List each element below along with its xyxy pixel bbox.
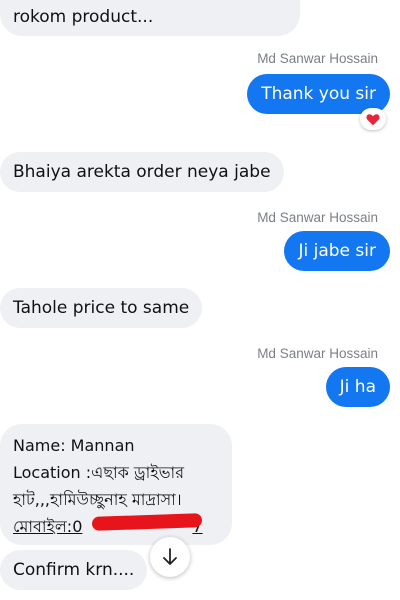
message-line: Name: Mannan [13,436,135,455]
message-text: Ji ha [339,377,376,397]
arrow-down-icon [163,548,177,565]
heart-icon [366,113,380,125]
message-text: rokom product... [13,7,154,27]
message-text: Bhaiya arekta order neya jabe [13,162,271,182]
outgoing-message[interactable]: Ji jabe sir [284,231,390,271]
message-line: হাট,,,হামিউচ্ছুনাহ মাদ্রাসা। [13,490,182,509]
scroll-to-bottom-button[interactable] [150,537,190,577]
chat-thread[interactable]: rokom product... Md Sanwar Hossain Thank… [0,0,400,600]
incoming-message[interactable]: rokom product... [0,0,300,36]
heart-reaction[interactable] [360,108,386,130]
message-line: Location :এছাক ড্রাইভার [13,463,184,482]
incoming-message[interactable]: Tahole price to same [0,288,203,328]
sender-name: Md Sanwar Hossain [257,210,378,225]
incoming-message[interactable]: Confirm krn.... [0,550,148,590]
message-text: Tahole price to same [13,298,190,318]
message-text: Confirm krn.... [13,560,135,580]
message-text: Ji jabe sir [298,241,376,261]
sender-name: Md Sanwar Hossain [257,51,378,66]
message-text: Thank you sir [261,84,376,104]
incoming-message[interactable]: Bhaiya arekta order neya jabe [0,152,284,192]
phone-prefix: মোবাইল:0 [13,517,83,536]
outgoing-message[interactable]: Ji ha [325,367,390,407]
sender-name: Md Sanwar Hossain [257,346,378,361]
incoming-message[interactable]: Name: Mannan Location :এছাক ড্রাইভার হাট… [0,424,232,545]
